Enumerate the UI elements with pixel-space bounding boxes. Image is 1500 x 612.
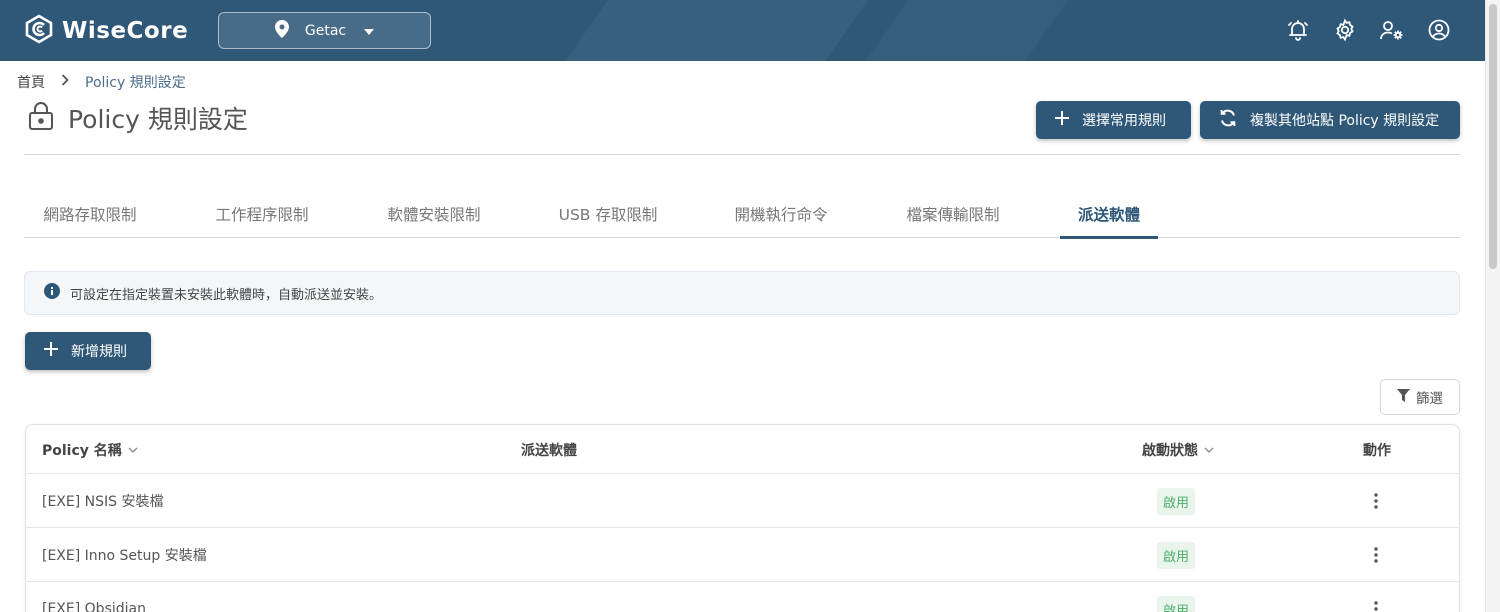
sync-icon [1218, 108, 1238, 132]
top-navbar: WiseCore Getac [0, 0, 1485, 61]
policy-tabs: 網路存取限制 工作程序限制 軟體安裝限制 USB 存取限制 開機執行命令 檔案傳… [24, 190, 1460, 239]
column-policy-name[interactable]: Policy 名稱 [42, 425, 138, 474]
header-divider [24, 154, 1460, 155]
plus-icon [43, 340, 59, 362]
tab-deploy-software[interactable]: 派送軟體 [1060, 190, 1158, 239]
plus-icon [1054, 109, 1070, 131]
copy-other-site-policy-button[interactable]: 複製其他站點 Policy 規則設定 [1200, 101, 1460, 139]
more-options-icon[interactable] [1366, 542, 1386, 568]
column-label: Policy 名稱 [42, 442, 122, 459]
column-label: 派送軟體 [521, 442, 577, 459]
add-rule-label: 新增規則 [71, 344, 127, 360]
choose-common-rules-label: 選擇常用規則 [1082, 113, 1166, 129]
caret-down-icon [364, 23, 375, 39]
add-rule-button[interactable]: 新增規則 [25, 332, 151, 370]
breadcrumb: 首頁 Policy 規則設定 [17, 72, 186, 92]
tab-process[interactable]: 工作程序限制 [156, 190, 368, 238]
table-row[interactable]: [EXE] Obsidian 啟用 [26, 582, 1459, 612]
logo-icon [24, 14, 54, 48]
status-badge: 啟用 [1157, 541, 1196, 569]
app-name: WiseCore [62, 18, 189, 44]
breadcrumb-current: Policy 規則設定 [85, 75, 186, 91]
filter-button[interactable]: 篩選 [1380, 379, 1460, 415]
policy-name: [EXE] Inno Setup 安裝檔 [42, 548, 207, 564]
column-label: 啟動狀態 [1142, 442, 1198, 459]
column-label: 動作 [1363, 442, 1391, 459]
app-logo[interactable]: WiseCore [24, 14, 188, 48]
site-selector-value: Getac [304, 22, 347, 39]
sort-chevron-icon [128, 443, 138, 456]
page-scrollbar[interactable] [1485, 0, 1500, 612]
tab-startup-command[interactable]: 開機執行命令 [716, 190, 846, 238]
page-title: Policy 規則設定 [68, 105, 248, 134]
column-deploy-software: 派送軟體 [521, 425, 577, 474]
more-options-icon[interactable] [1366, 596, 1386, 612]
table-row[interactable]: [EXE] Inno Setup 安裝檔 啟用 [26, 528, 1459, 582]
info-icon [44, 283, 60, 303]
tab-file-transfer[interactable]: 檔案傳輸限制 [846, 190, 1060, 238]
status-badge: 啟用 [1157, 595, 1196, 612]
info-banner: 可設定在指定裝置未安裝此軟體時，自動派送並安裝。 [24, 271, 1460, 315]
more-options-icon[interactable] [1366, 488, 1386, 514]
table-row[interactable]: [EXE] NSIS 安裝檔 啟用 [26, 474, 1459, 528]
tab-usb-access[interactable]: USB 存取限制 [500, 190, 716, 238]
column-actions: 動作 [1363, 425, 1391, 474]
page-header: Policy 規則設定 [28, 100, 248, 136]
policy-name: [EXE] Obsidian [42, 601, 146, 612]
bell-icon[interactable] [1284, 16, 1312, 44]
scrollbar-thumb[interactable] [1489, 4, 1497, 269]
column-status[interactable]: 啟動狀態 [1142, 425, 1214, 474]
sort-chevron-icon [1204, 443, 1214, 456]
tab-network-access[interactable]: 網路存取限制 [24, 190, 156, 238]
site-selector[interactable]: Getac [218, 12, 431, 49]
choose-common-rules-button[interactable]: 選擇常用規則 [1036, 101, 1191, 139]
chevron-right-icon [61, 74, 69, 90]
breadcrumb-home[interactable]: 首頁 [17, 72, 45, 92]
policy-table: Policy 名稱 派送軟體 啟動狀態 動作 [EXE] NSIS 安裝檔 啟用 [25, 424, 1460, 612]
copy-other-site-policy-label: 複製其他站點 Policy 規則設定 [1250, 113, 1440, 129]
filter-label: 篩選 [1416, 391, 1443, 407]
tab-software-install[interactable]: 軟體安裝限制 [368, 190, 500, 238]
info-text: 可設定在指定裝置未安裝此軟體時，自動派送並安裝。 [70, 287, 383, 303]
status-badge: 啟用 [1157, 487, 1196, 515]
location-pin-icon [274, 19, 289, 42]
gear-icon[interactable] [1331, 16, 1359, 44]
policy-name: [EXE] NSIS 安裝檔 [42, 494, 164, 510]
table-header: Policy 名稱 派送軟體 啟動狀態 動作 [26, 425, 1459, 474]
account-icon[interactable] [1425, 16, 1453, 44]
user-settings-icon[interactable] [1378, 16, 1406, 44]
filter-icon [1397, 388, 1410, 406]
lock-icon [28, 101, 54, 135]
